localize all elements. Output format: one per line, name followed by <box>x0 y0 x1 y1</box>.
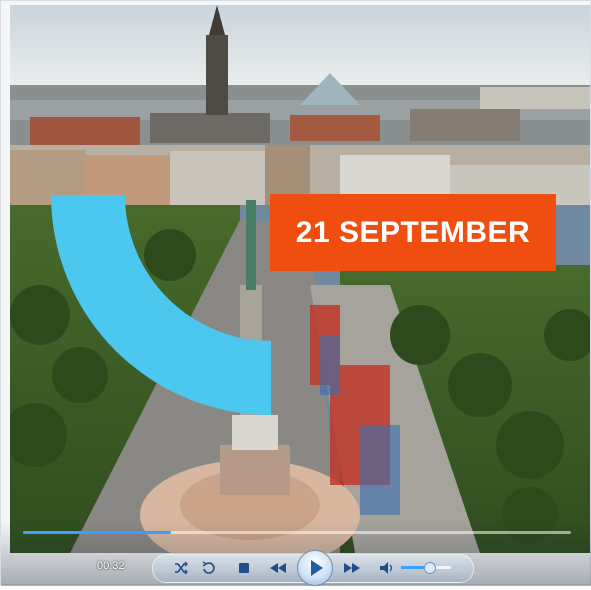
repeat-icon[interactable] <box>200 559 218 577</box>
play-button[interactable] <box>297 550 333 586</box>
media-player-window: 21 SEPTEMBER 00:32 <box>0 0 591 586</box>
aerial-city-scene <box>10 5 590 553</box>
seek-progress <box>23 531 171 534</box>
volume-thumb[interactable] <box>423 562 436 574</box>
elapsed-time: 00:32 <box>97 560 125 572</box>
next-icon[interactable] <box>341 559 363 577</box>
date-label: 21 SEPTEMBER <box>295 215 531 249</box>
video-frame[interactable]: 21 SEPTEMBER <box>10 5 590 553</box>
stop-icon[interactable] <box>235 559 253 577</box>
volume-icon[interactable] <box>378 559 396 577</box>
seek-bar[interactable] <box>23 531 571 534</box>
shuffle-icon[interactable] <box>172 559 190 577</box>
play-icon <box>311 560 323 576</box>
previous-icon[interactable] <box>267 559 289 577</box>
volume-slider[interactable] <box>401 562 451 574</box>
